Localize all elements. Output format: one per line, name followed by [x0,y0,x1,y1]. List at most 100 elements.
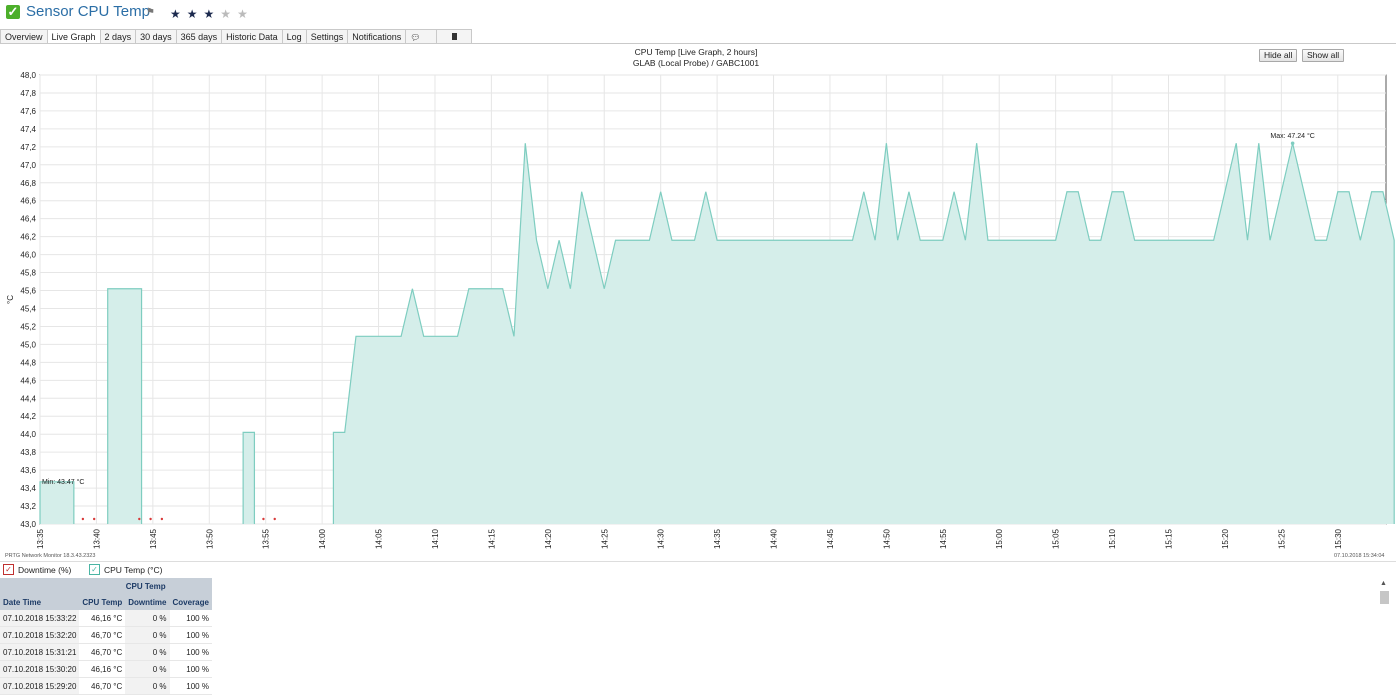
x-tick-label: 14:15 [487,528,496,549]
comment-icon: 💬︎ [410,33,421,42]
downtime-marker [273,517,276,521]
tab-historic-data[interactable]: Historic Data [221,29,283,44]
y-tick-label: 43,0 [20,520,36,529]
x-tick-label: 13:45 [149,528,158,549]
downtime-marker [81,517,85,521]
y-tick-label: 46,4 [20,215,36,224]
divider [0,561,1396,562]
footer-timestamp: 07.10.2018 15:34:04 [1334,553,1385,559]
max-label: Max: 47.24 °C [1270,132,1314,140]
y-tick-label: 45,0 [20,340,36,349]
x-tick-label: 13:40 [92,528,101,549]
table-row: 07.10.2018 15:33:22 46,16 °C 0 % 100 % [0,610,212,627]
table-cell: 0 % [125,610,170,627]
table-cell: 46,16 °C [79,610,126,627]
table-row: 07.10.2018 15:32:20 46,70 °C 0 % 100 % [0,626,212,644]
chart-title: CPU Temp [Live Graph, 2 hours] [634,47,758,57]
star-icon[interactable]: ★ [204,7,221,21]
x-tick-label: 15:30 [1334,528,1343,549]
column-header[interactable]: Coverage [169,594,212,610]
tab-log[interactable]: Log [281,29,307,44]
x-tick-label: 14:50 [882,528,891,549]
y-tick-label: 43,2 [20,502,36,511]
tab-notifications[interactable]: Notifications [347,29,407,44]
legend-cpu-temp[interactable]: ✓ CPU Temp (°C) [89,564,163,575]
y-tick-label: 46,8 [20,179,36,188]
table-cell: 100 % [169,660,212,678]
cpu-temp-chart: 48,0 47,8 47,6 47,4 47,2 47,0 46,8 46,6 46,4 46,2… [6,71,1395,549]
flag-icon[interactable]: ⚑ [146,7,155,18]
y-tick-label: 46,2 [20,233,36,242]
table-cell: 07.10.2018 15:32:20 [0,626,80,644]
priority-stars[interactable]: ★★★★★ [170,7,254,21]
tab-2-days[interactable]: 2 days [99,29,137,44]
scrollbar-thumb[interactable] [1380,591,1389,604]
tab-overview[interactable]: Overview [0,29,48,44]
y-tick-label: 46,0 [20,251,36,260]
table-cell: 07.10.2018 15:31:21 [0,643,80,661]
table-cell: 0 % [125,677,170,695]
column-header[interactable]: CPU Temp [79,594,126,610]
tab-30-days[interactable]: 30 days [135,29,177,44]
y-tick-label: 43,4 [20,484,36,493]
y-tick-label: 43,6 [20,466,36,475]
x-tick-label: 14:20 [544,528,553,549]
legend-downtime[interactable]: ✓ Downtime (%) [3,564,71,575]
x-tick-label: 15:20 [1221,528,1230,549]
x-tick-label: 14:05 [375,528,384,549]
x-tick-label: 14:00 [318,528,327,549]
legend-label: CPU Temp (°C) [104,564,163,575]
tab-history[interactable] [436,29,473,44]
table-row: 07.10.2018 15:29:20 46,70 °C 0 % 100 % [0,677,212,695]
series-area [107,288,142,524]
table-row: 07.10.2018 15:30:20 46,16 °C 0 % 100 % [0,660,212,678]
series-area [40,481,74,524]
data-table: CPU Temp Date Time CPU Temp Downtime Cov… [0,578,212,695]
table-cell: 46,70 °C [79,643,126,661]
x-tick-label: 14:35 [713,528,722,549]
scroll-up-icon[interactable]: ▲ [1380,580,1387,587]
tab-comments[interactable]: 💬︎ [405,29,438,44]
tab-settings[interactable]: Settings [305,29,349,44]
y-tick-label: 47,4 [20,125,36,134]
table-cell: 100 % [169,677,212,695]
series-area [243,432,255,524]
x-tick-label: 14:25 [600,528,609,549]
table-cell: 46,70 °C [79,677,126,695]
legend-label: Downtime (%) [18,564,72,575]
status-ok-icon: ✓ [6,4,20,19]
y-tick-label: 47,0 [20,161,36,170]
x-tick-label: 15:05 [1052,528,1061,549]
star-icon[interactable]: ★ [220,7,237,21]
table-cell: 100 % [169,626,212,644]
y-tick-label: 44,4 [20,394,36,403]
x-tick-label: 15:10 [1108,528,1117,549]
tab-live-graph[interactable]: Live Graph [46,29,101,44]
column-header[interactable]: Date Time [0,594,80,610]
table-header-blank [0,578,80,594]
star-icon[interactable]: ★ [187,7,204,21]
star-icon[interactable]: ★ [237,7,254,21]
table-row: 07.10.2018 15:31:21 46,70 °C 0 % 100 % [0,643,212,661]
tab-365-days[interactable]: 365 days [175,29,223,44]
y-tick-label: 45,8 [20,269,36,278]
y-tick-label: 44,8 [20,358,36,367]
table-cell: 07.10.2018 15:30:20 [0,660,80,678]
x-tick-label: 15:25 [1277,528,1286,549]
table-cell: 0 % [125,626,170,644]
x-tick-label: 14:40 [770,528,779,549]
y-axis-label: °C [6,295,15,304]
column-header[interactable]: Downtime [125,594,170,610]
table-cell: 07.10.2018 15:33:22 [0,610,80,627]
table-cell: 46,16 °C [79,660,126,678]
downtime-marker [149,517,152,521]
y-tick-label: 43,8 [20,448,36,457]
star-icon[interactable]: ★ [170,7,187,21]
downtime-marker [262,517,265,521]
checkbox-icon[interactable]: ✓ [3,564,14,575]
y-tick-label: 46,6 [20,197,36,206]
downtime-marker [92,517,96,521]
checkbox-icon[interactable]: ✓ [89,564,100,575]
table-cell: 0 % [125,643,170,661]
x-tick-label: 14:30 [657,528,666,549]
